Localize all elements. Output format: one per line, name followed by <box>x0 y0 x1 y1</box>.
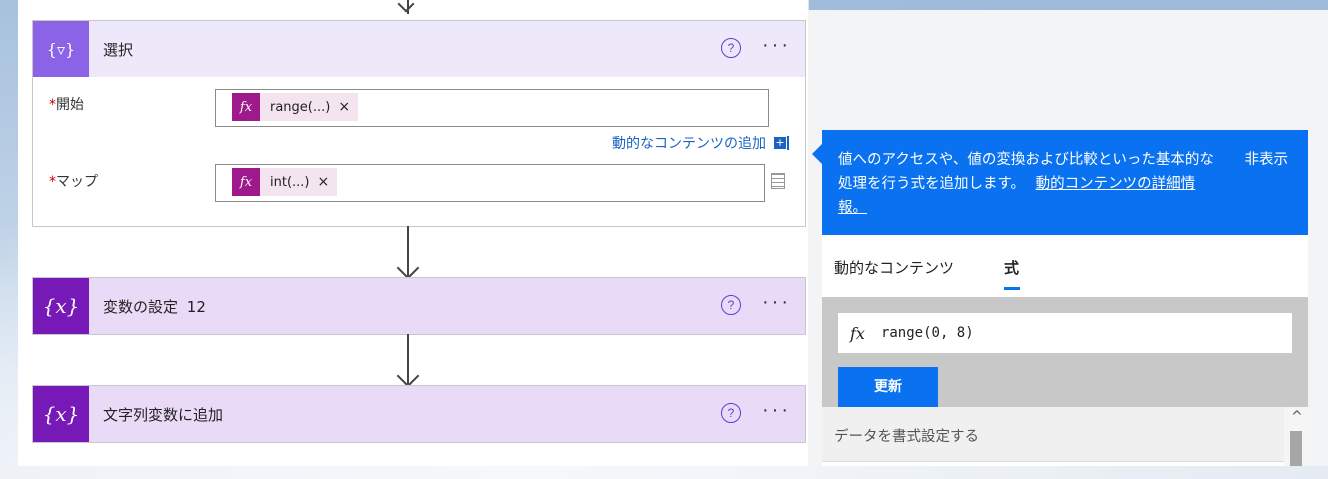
expression-popup-body: 動的なコンテンツ 式 fx range(0, 8) 更新 データを書式設定する … <box>822 235 1308 466</box>
variable-icon: {x} <box>33 386 89 442</box>
more-options-button[interactable]: ··· <box>762 291 791 314</box>
expression-editor-panel: fx range(0, 8) 更新 <box>822 297 1308 407</box>
set-variable-card[interactable]: {x} 変数の設定 12 ? ··· <box>32 277 806 335</box>
set-variable-title: 変数の設定 12 <box>103 296 206 317</box>
fx-icon: fx <box>850 323 865 343</box>
fx-icon: fx <box>232 93 260 121</box>
help-icon[interactable]: ? <box>721 403 741 423</box>
set-variable-header[interactable]: {x} 変数の設定 12 ? ··· <box>33 278 805 334</box>
append-string-card[interactable]: {x} 文字列変数に追加 ? ··· <box>32 385 806 443</box>
range-expression-token[interactable]: fx range(...) × <box>232 93 359 121</box>
more-options-button[interactable]: ··· <box>762 399 791 422</box>
set-variable-suffix: 12 <box>186 297 206 316</box>
switch-map-mode-icon[interactable] <box>771 173 785 189</box>
active-tab-underline <box>1004 287 1020 290</box>
expression-popup-header: 値へのアクセスや、値の変換および比較といった基本的な処理を行う式を追加します。 … <box>812 130 1308 235</box>
expression-input[interactable]: fx range(0, 8) <box>838 313 1292 353</box>
hide-button[interactable]: 非表示 <box>1245 148 1289 169</box>
variable-icon: {x} <box>33 278 89 334</box>
token-label: range(...) <box>270 99 331 115</box>
required-mark: * <box>49 97 56 113</box>
tab-expression-label: 式 <box>1004 259 1020 277</box>
select-card-title: 選択 <box>103 40 134 59</box>
add-icon-bar <box>787 136 789 150</box>
tab-dynamic-content-label: 動的なコンテンツ <box>834 259 955 277</box>
add-dynamic-content-link[interactable]: 動的なコンテンツの追加 + <box>612 133 789 153</box>
scroll-up-icon[interactable]: ^ <box>1291 409 1303 425</box>
scrollbar-thumb[interactable] <box>1290 431 1302 466</box>
add-dynamic-content-label: 動的なコンテンツの追加 <box>612 136 766 152</box>
remove-token-icon[interactable]: × <box>338 99 350 115</box>
tab-expression[interactable]: 式 <box>1004 257 1019 278</box>
help-icon[interactable]: ? <box>721 38 741 58</box>
token-label: int(...) <box>270 174 310 190</box>
append-string-header[interactable]: {x} 文字列変数に追加 ? ··· <box>33 386 805 442</box>
format-data-label: データを書式設定する <box>834 429 979 445</box>
format-data-section[interactable]: データを書式設定する <box>822 407 1284 462</box>
map-field-input[interactable]: fx int(...) × <box>215 164 765 202</box>
tab-dynamic-content[interactable]: 動的なコンテンツ <box>834 257 954 278</box>
start-label-text: 開始 <box>56 97 84 113</box>
add-icon: + <box>774 136 786 149</box>
select-action-card: {▿} 選択 ? ··· *開始 fx range(...) × 動的なコンテン… <box>32 20 806 227</box>
int-expression-token[interactable]: fx int(...) × <box>232 168 338 196</box>
expression-text: range(0, 8) <box>880 325 974 341</box>
help-icon[interactable]: ? <box>721 295 741 315</box>
more-options-button[interactable]: ··· <box>762 34 791 57</box>
fx-icon: fx <box>232 168 260 196</box>
required-mark: * <box>49 174 56 190</box>
map-label-text: マップ <box>56 174 98 190</box>
map-field-label: *マップ <box>49 171 98 191</box>
popup-scrollbar[interactable]: ^ <box>1284 407 1308 466</box>
append-string-title: 文字列変数に追加 <box>103 405 224 424</box>
select-action-icon: {▿} <box>33 21 89 77</box>
update-button[interactable]: 更新 <box>838 367 938 407</box>
set-variable-title-text: 変数の設定 <box>103 297 179 316</box>
start-field-label: *開始 <box>49 94 84 114</box>
start-field-input[interactable]: fx range(...) × <box>215 89 769 127</box>
popup-pointer <box>812 144 822 164</box>
background-band <box>0 466 1328 479</box>
remove-token-icon[interactable]: × <box>318 174 330 190</box>
select-card-header[interactable]: {▿} 選択 ? ··· <box>33 21 805 77</box>
popup-description: 値へのアクセスや、値の変換および比較といった基本的な処理を行う式を追加します。 … <box>838 148 1222 220</box>
